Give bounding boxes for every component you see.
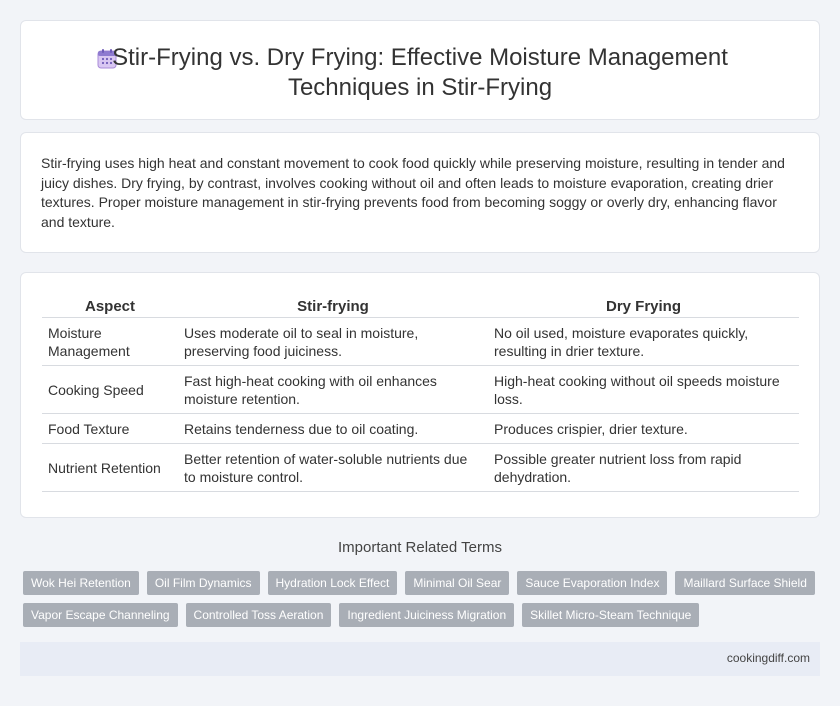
tag-sauce-evaporation-index[interactable]: Sauce Evaporation Index <box>517 571 668 595</box>
cell-dry-frying: No oil used, moisture evaporates quickly… <box>488 317 799 366</box>
header-card: Stir-Frying vs. Dry Frying: Effective Mo… <box>20 20 820 120</box>
page-title-line-1: Stir-Frying vs. Dry Frying: Effective Mo… <box>112 44 728 71</box>
cell-aspect: Food Texture <box>42 413 178 444</box>
tag-wok-hei-retention[interactable]: Wok Hei Retention <box>23 571 139 595</box>
cell-aspect: Moisture Management <box>42 317 178 366</box>
tag-skillet-micro-steam-technique[interactable]: Skillet Micro-Steam Technique <box>522 603 700 627</box>
intro-paragraph: Stir-frying uses high heat and constant … <box>41 155 785 230</box>
table-row: Moisture Management Uses moderate oil to… <box>42 317 799 366</box>
intro-card: Stir-frying uses high heat and constant … <box>20 132 820 253</box>
cell-stir-frying: Better retention of water-soluble nutrie… <box>178 443 488 492</box>
tag-vapor-escape-channeling[interactable]: Vapor Escape Channeling <box>23 603 178 627</box>
cell-dry-frying: Possible greater nutrient loss from rapi… <box>488 443 799 492</box>
comparison-table: Aspect Stir-frying Dry Frying Moisture M… <box>42 295 799 492</box>
cell-dry-frying: High-heat cooking without oil speeds moi… <box>488 365 799 414</box>
tag-hydration-lock-effect[interactable]: Hydration Lock Effect <box>267 571 398 595</box>
tag-minimal-oil-sear[interactable]: Minimal Oil Sear <box>405 571 510 595</box>
header-stir-frying: Stir-frying <box>178 295 488 318</box>
related-terms-title: Important Related Terms <box>338 539 502 556</box>
tag-row-1: Wok Hei Retention Oil Film Dynamics Hydr… <box>23 571 823 595</box>
tag-maillard-surface-shield[interactable]: Maillard Surface Shield <box>675 571 815 595</box>
tag-row-2: Vapor Escape Channeling Controlled Toss … <box>23 603 823 627</box>
tag-oil-film-dynamics[interactable]: Oil Film Dynamics <box>146 571 260 595</box>
table-row: Nutrient Retention Better retention of w… <box>42 443 799 492</box>
cell-dry-frying: Produces crispier, drier texture. <box>488 413 799 444</box>
comparison-table-card: Aspect Stir-frying Dry Frying Moisture M… <box>20 272 820 518</box>
cell-stir-frying: Fast high-heat cooking with oil enhances… <box>178 365 488 414</box>
cell-aspect: Cooking Speed <box>42 365 178 414</box>
related-terms-tags: Wok Hei Retention Oil Film Dynamics Hydr… <box>23 571 823 635</box>
tag-controlled-toss-aeration[interactable]: Controlled Toss Aeration <box>185 603 332 627</box>
header-dry-frying: Dry Frying <box>488 295 799 318</box>
page-title: Stir-Frying vs. Dry Frying: Effective Mo… <box>21 43 819 103</box>
table-header-row: Aspect Stir-frying Dry Frying <box>42 295 799 318</box>
page-title-line-2: Techniques in Stir-Frying <box>287 74 553 101</box>
footer: cookingdiff.com <box>20 642 820 676</box>
header-aspect: Aspect <box>42 295 178 318</box>
cell-stir-frying: Retains tenderness due to oil coating. <box>178 413 488 444</box>
cell-aspect: Nutrient Retention <box>42 443 178 492</box>
table-row: Cooking Speed Fast high-heat cooking wit… <box>42 365 799 414</box>
tag-ingredient-juiciness-migration[interactable]: Ingredient Juiciness Migration <box>339 603 515 627</box>
table-row: Food Texture Retains tenderness due to o… <box>42 413 799 444</box>
footer-site-link[interactable]: cookingdiff.com <box>727 651 810 665</box>
cell-stir-frying: Uses moderate oil to seal in moisture, p… <box>178 317 488 366</box>
